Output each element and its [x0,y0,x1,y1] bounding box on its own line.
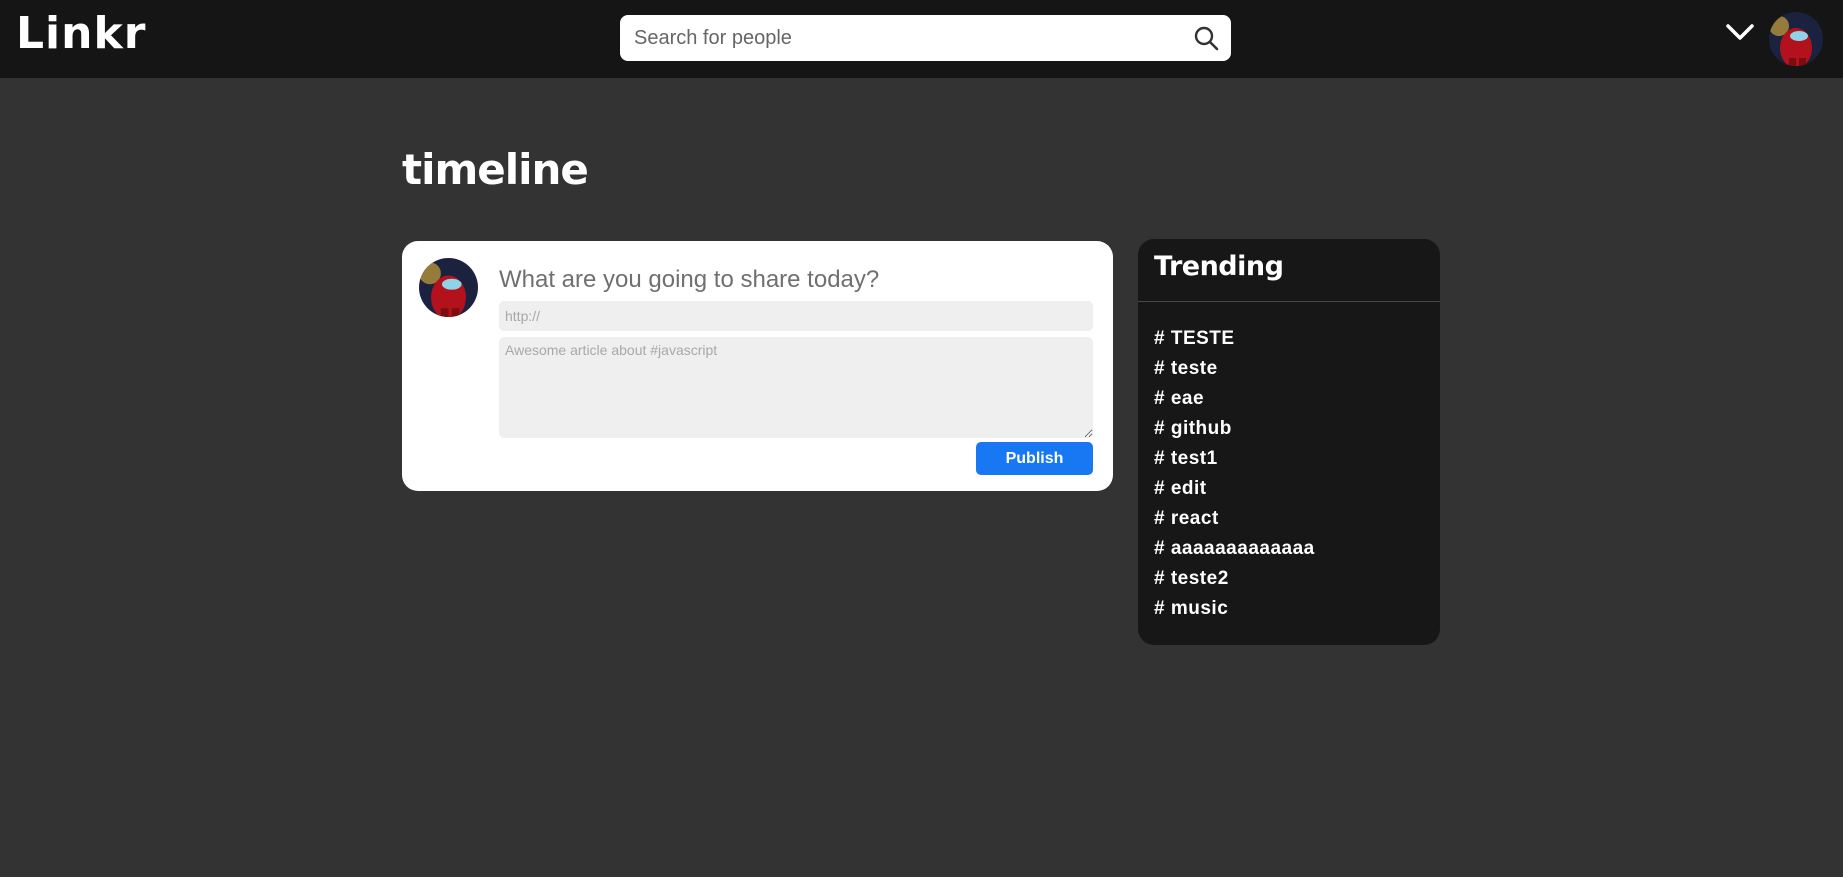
page-title: timeline [402,145,589,194]
hashtag-item[interactable]: # aaaaaaaaaaaaa [1154,534,1315,564]
hashtag-list: # TESTE # teste # eae # github # test1 #… [1154,324,1315,624]
hashtag-item[interactable]: # edit [1154,474,1315,504]
top-bar: Linkr [0,0,1843,78]
hashtag-item[interactable]: # github [1154,414,1315,444]
composer-avatar [419,258,478,317]
search-icon[interactable] [1193,25,1219,51]
post-composer: What are you going to share today? Publi… [402,241,1113,491]
hashtag-item[interactable]: # music [1154,594,1315,624]
avatar-image [419,258,478,317]
hashtag-item[interactable]: # teste [1154,354,1315,384]
publish-button[interactable]: Publish [976,442,1093,475]
hashtag-item[interactable]: # eae [1154,384,1315,414]
avatar-image [1769,12,1823,66]
chevron-down-icon[interactable] [1724,20,1756,44]
divider [1138,301,1440,302]
user-avatar[interactable] [1769,12,1823,66]
composer-prompt: What are you going to share today? [499,266,880,293]
hashtag-item[interactable]: # react [1154,504,1315,534]
app-logo[interactable]: Linkr [16,8,146,59]
hashtag-item[interactable]: # teste2 [1154,564,1315,594]
search-bar [620,15,1231,61]
search-input[interactable] [620,15,1180,61]
trending-title: Trending [1154,251,1284,282]
hashtag-item[interactable]: # test1 [1154,444,1315,474]
hashtag-item[interactable]: # TESTE [1154,324,1315,354]
url-input[interactable] [499,301,1093,331]
trending-panel: Trending # TESTE # teste # eae # github … [1138,239,1440,645]
description-input[interactable] [499,337,1093,438]
